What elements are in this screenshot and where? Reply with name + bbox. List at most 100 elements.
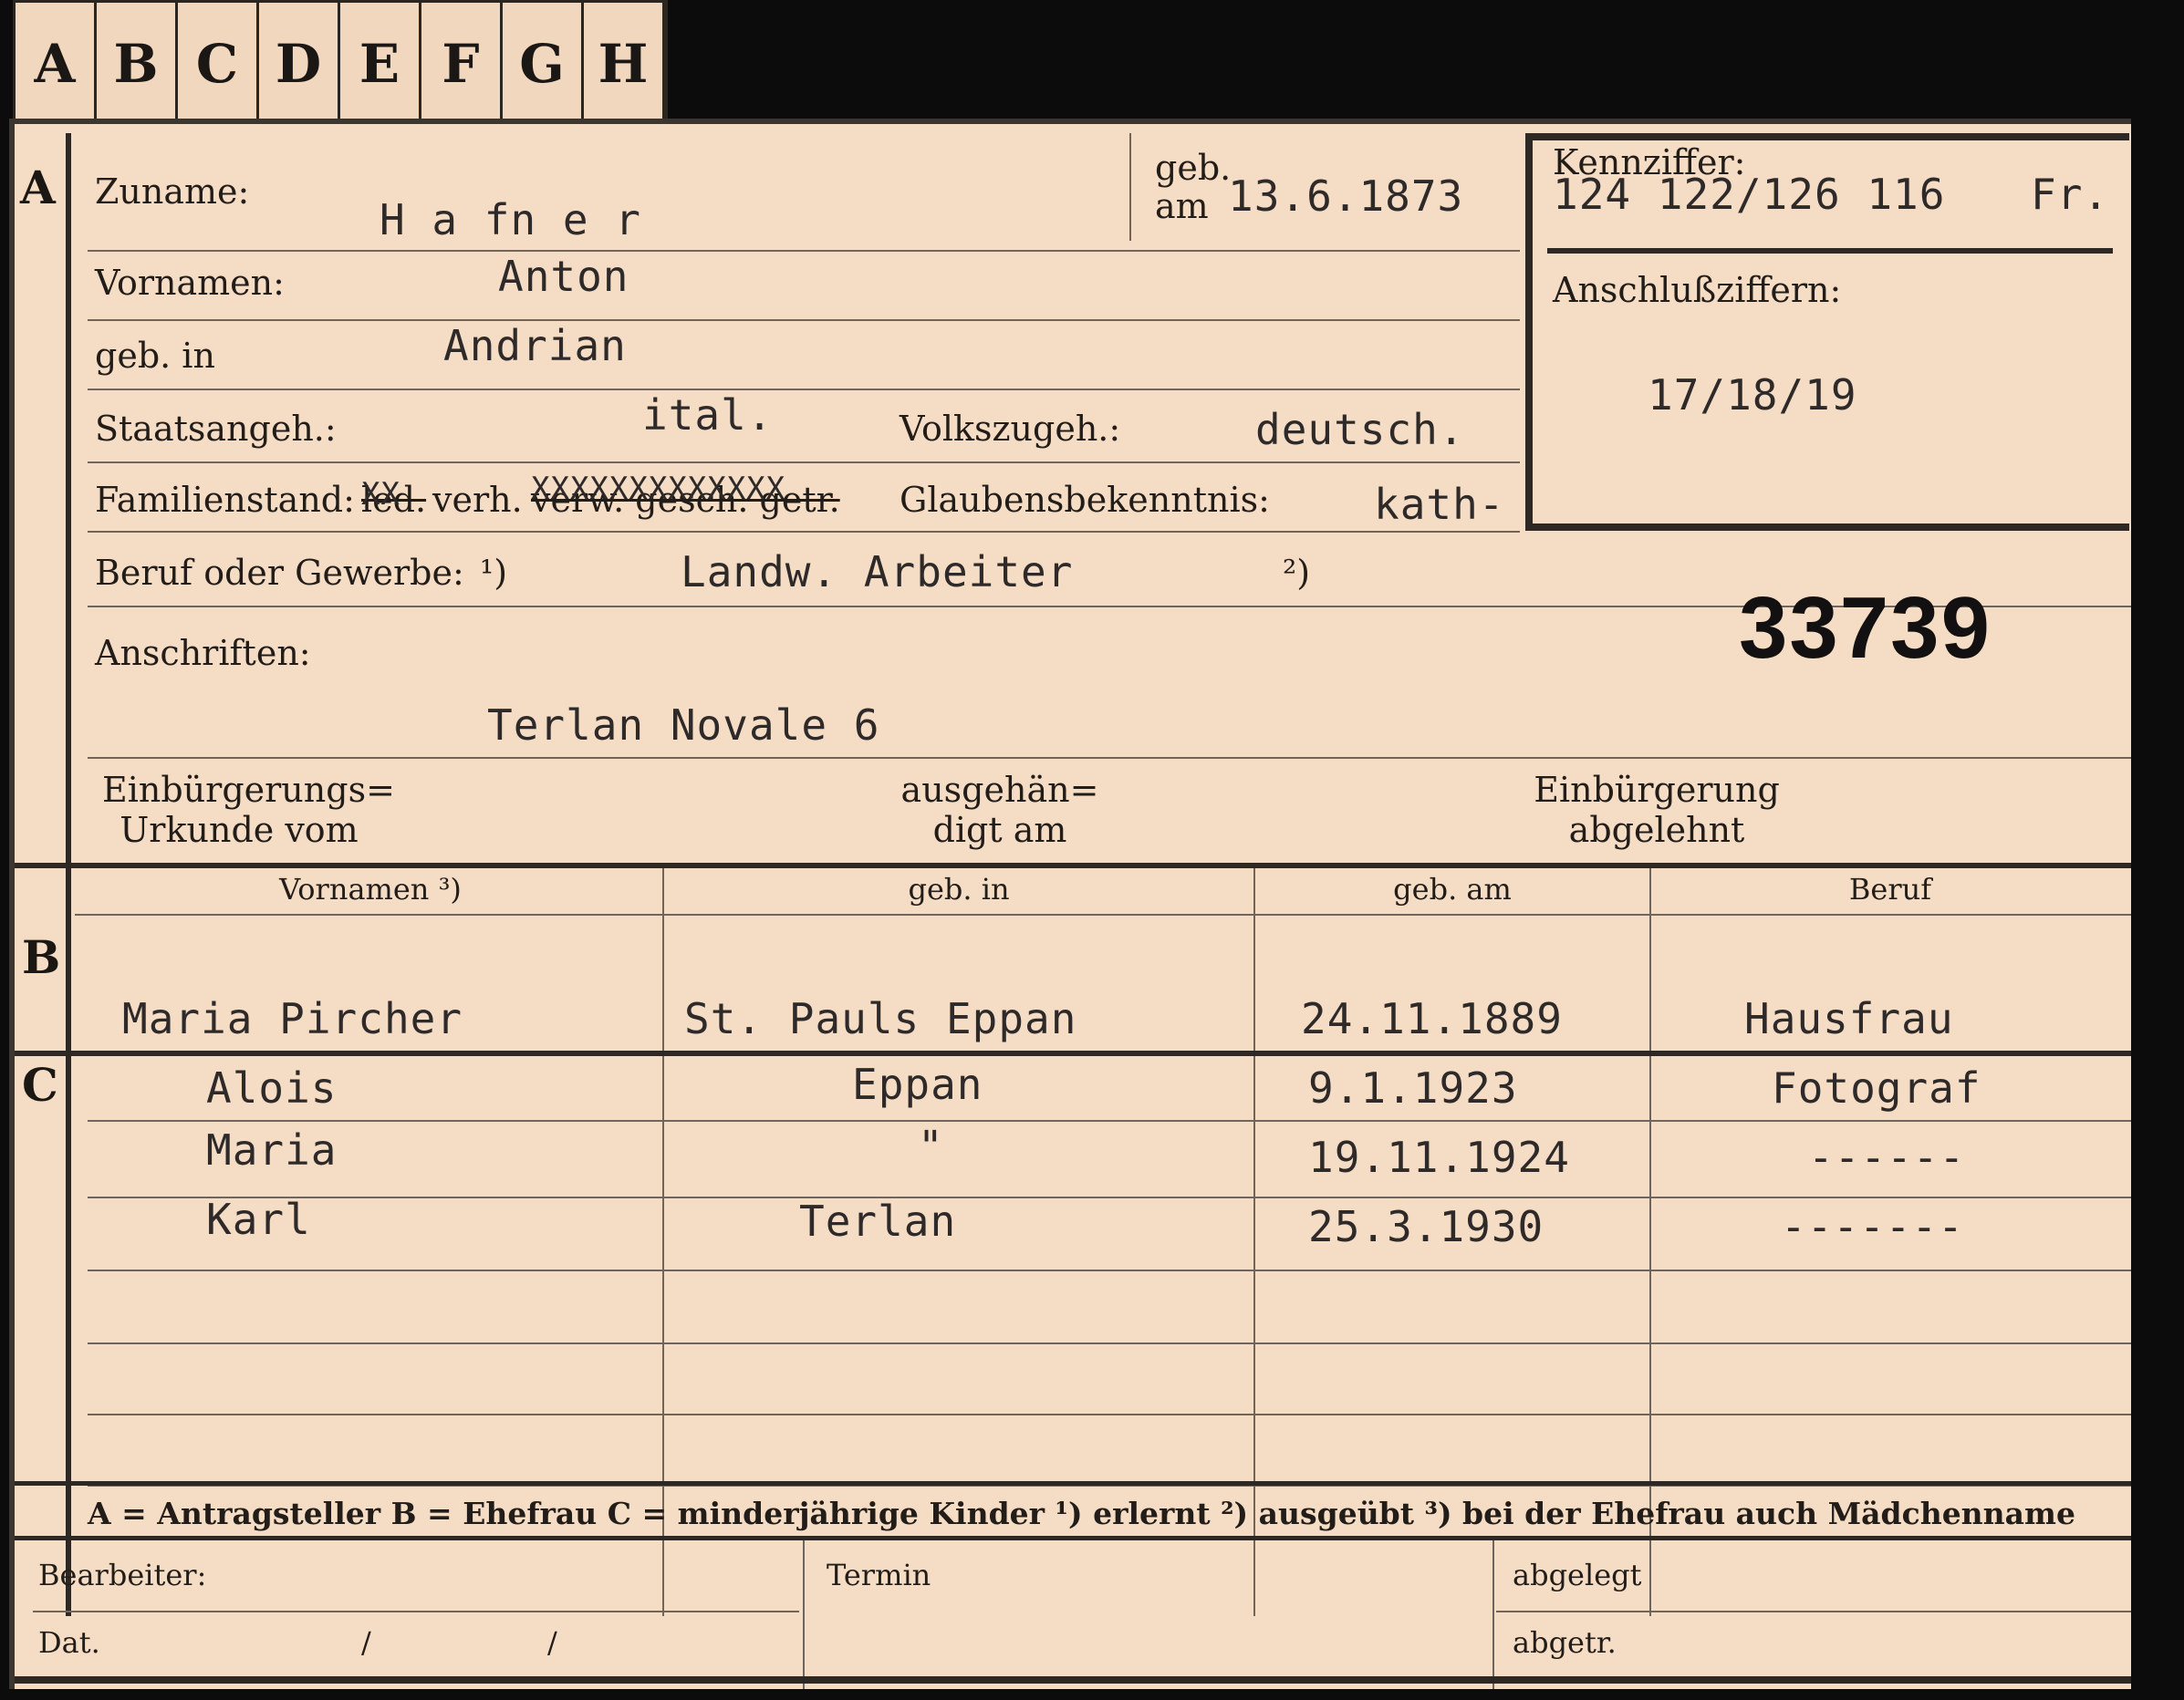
tab-g: G — [503, 3, 584, 125]
tab-e: E — [340, 3, 421, 125]
anschluss-label: Anschlußziffern: — [1553, 270, 1842, 310]
tab-b: B — [97, 3, 178, 125]
child-1-geb-am: 9.1.1923 — [1308, 1063, 1518, 1113]
file-number-stamp: 33739 — [1739, 579, 1992, 677]
rule — [88, 1342, 2131, 1344]
geb-am-divider — [1129, 133, 1131, 241]
tab-f: F — [421, 3, 503, 125]
legend-text: A = Antragsteller B = Ehefrau C = minder… — [88, 1496, 2075, 1531]
beruf-label: Beruf oder Gewerbe: — [95, 553, 464, 593]
rule — [1496, 1611, 2131, 1612]
abgetr-label: abgetr. — [1513, 1625, 1617, 1660]
section-bc-rule — [66, 868, 71, 1616]
familienstand-label: Familienstand: — [95, 480, 355, 520]
spouse-beruf: Hausfrau — [1744, 994, 1954, 1043]
abgelehnt-label-2: abgelehnt — [1568, 810, 1745, 850]
geb-am-value: 13.6.1873 — [1228, 171, 1464, 221]
anschriften-value: Terlan Novale 6 — [487, 700, 880, 750]
footer-divider — [1492, 1540, 1494, 1689]
footer-divider — [803, 1540, 805, 1689]
child-1-geb-in: Eppan — [852, 1060, 983, 1109]
glaubens-label: Glaubensbekenntnis: — [900, 480, 1270, 520]
child-1-beruf: Fotograf — [1772, 1063, 1981, 1113]
child-3-beruf: ------- — [1781, 1202, 1964, 1251]
einbuergerung-label-1: Einbürgerungs= — [102, 770, 395, 810]
rule — [88, 1120, 2131, 1122]
tab-d: D — [259, 3, 340, 125]
vornamen-value: Anton — [498, 252, 629, 301]
section-c-top-rule — [15, 1051, 2131, 1056]
rule — [88, 531, 1520, 533]
header-geb-in: geb. in — [908, 872, 1010, 907]
letter-tab-strip: A B C D E F G H — [13, 0, 668, 127]
child-1-vornamen: Alois — [206, 1063, 338, 1113]
legend-top-rule — [15, 1481, 2131, 1486]
familienstand-value: verh. — [432, 480, 523, 520]
rule — [75, 914, 2131, 916]
beruf-note-1: ¹) — [480, 553, 508, 593]
rule — [88, 250, 1520, 252]
termin-label: Termin — [827, 1558, 931, 1592]
familienstand-x-1: XX — [361, 476, 400, 513]
rule — [88, 389, 1520, 390]
rule — [33, 1611, 799, 1612]
anschriften-label: Anschriften: — [95, 633, 311, 673]
volkszugeh-value: deutsch. — [1255, 405, 1465, 454]
child-2-vornamen: Maria — [206, 1125, 338, 1175]
rule — [88, 1197, 2131, 1198]
kennziffer-rule — [1547, 248, 2113, 254]
kennziffer-value: 124 122/126 116 — [1553, 170, 1946, 219]
abgelehnt-label-1: Einbürgerung — [1534, 770, 1780, 810]
bearbeiter-label: Bearbeiter: — [38, 1558, 207, 1592]
section-b-top-rule — [15, 863, 2131, 868]
beruf-value: Landw. Arbeiter — [681, 547, 1074, 596]
header-beruf: Beruf — [1848, 872, 1932, 907]
spouse-geb-am: 24.11.1889 — [1301, 994, 1563, 1043]
child-3-vornamen: Karl — [206, 1195, 311, 1244]
tab-a: A — [16, 3, 97, 125]
card-bottom-rule — [15, 1676, 2131, 1684]
section-b-letter: B — [22, 930, 61, 984]
beruf-note-2: ²) — [1283, 553, 1311, 593]
geb-in-value: Andrian — [443, 321, 627, 370]
dat-separator-1: / — [361, 1625, 371, 1660]
rule — [88, 461, 1520, 463]
rule — [88, 1270, 2131, 1271]
legend-bottom-rule — [15, 1536, 2131, 1540]
einbuergerung-label-2: Urkunde vom — [120, 810, 359, 850]
tab-c: C — [178, 3, 259, 125]
dat-separator-2: / — [547, 1625, 557, 1660]
header-geb-am: geb. am — [1393, 872, 1512, 907]
child-2-beruf: ------ — [1808, 1133, 1966, 1182]
glaubens-value: kath- — [1374, 480, 1505, 529]
tab-h: H — [584, 3, 665, 125]
header-vornamen: Vornamen ³) — [279, 872, 462, 907]
ausgehaen-label-1: ausgehän= — [900, 770, 1099, 810]
section-a-rule — [66, 133, 71, 863]
child-3-geb-am: 25.3.1930 — [1308, 1202, 1544, 1251]
registration-card: A Zuname: H a fn e r geb. am 13.6.1873 K… — [9, 119, 2131, 1689]
familienstand-x-2: XXXXXXXXXXXXX — [531, 471, 786, 507]
child-2-geb-in: " — [918, 1122, 944, 1171]
geb-am-label-2: am — [1155, 186, 1209, 226]
kennziffer-suffix: Fr. — [2031, 170, 2110, 219]
rule — [88, 757, 2131, 759]
rule — [88, 1414, 2131, 1415]
dat-label: Dat. — [38, 1625, 100, 1660]
child-2-geb-am: 19.11.1924 — [1308, 1133, 1570, 1182]
anschluss-value: 17/18/19 — [1648, 370, 1857, 420]
volkszugeh-label: Volkszugeh.: — [900, 409, 1121, 449]
child-3-geb-in: Terlan — [799, 1197, 957, 1246]
rule — [88, 319, 1520, 321]
ausgehaen-label-2: digt am — [932, 810, 1067, 850]
spouse-geb-in: St. Pauls Eppan — [684, 994, 1077, 1043]
section-a-letter: A — [20, 161, 56, 214]
section-c-letter: C — [22, 1058, 58, 1112]
zuname-label: Zuname: — [95, 171, 250, 212]
geb-in-label: geb. in — [95, 336, 215, 376]
abgelegt-label: abgelegt — [1513, 1558, 1642, 1592]
spouse-vornamen: Maria Pircher — [122, 994, 463, 1043]
vornamen-label: Vornamen: — [95, 263, 285, 303]
geb-am-label-1: geb. — [1155, 148, 1232, 188]
staatsangeh-value: ital. — [642, 390, 774, 440]
